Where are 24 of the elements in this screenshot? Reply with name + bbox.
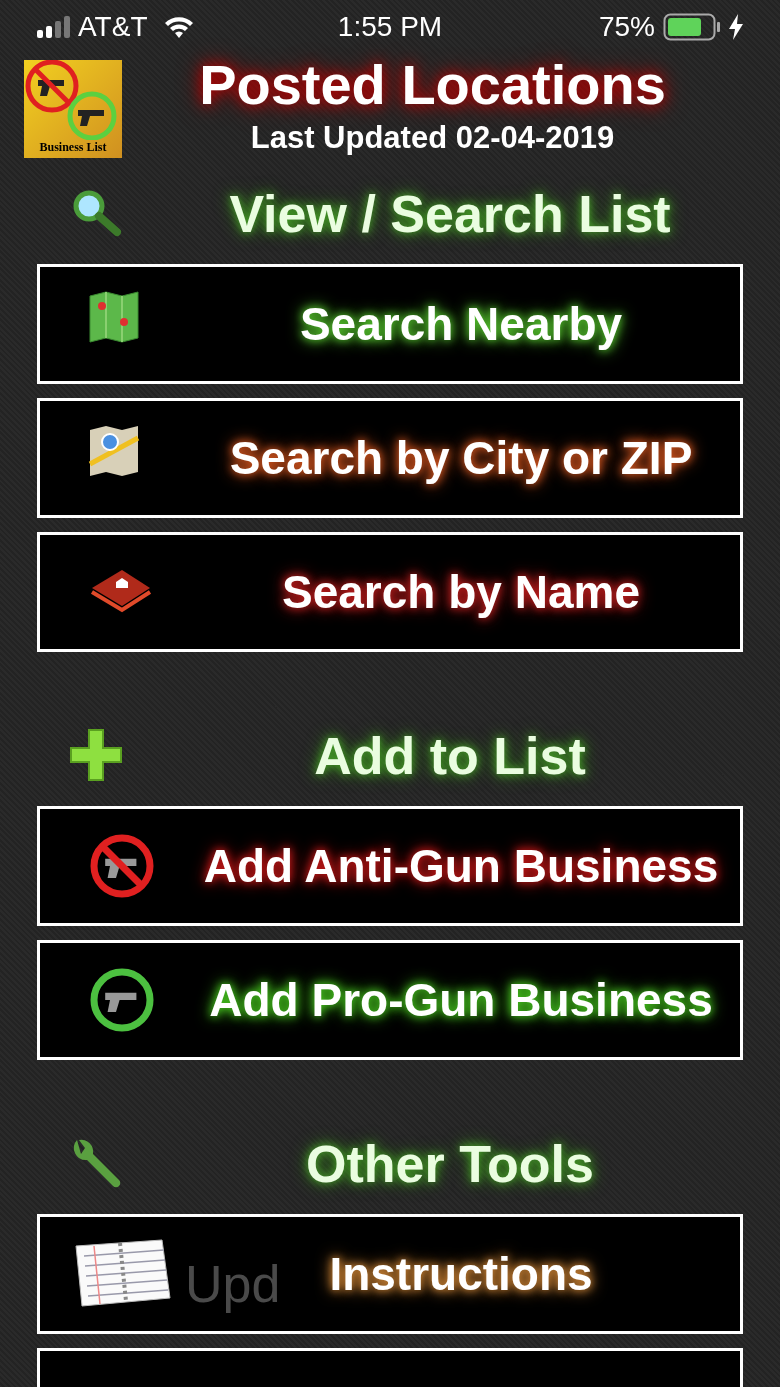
menu-button[interactable]: Search by City or ZIP: [37, 398, 743, 518]
faded-text: Upd: [185, 1254, 281, 1315]
plus-icon: [69, 728, 125, 784]
menu-button[interactable]: Search Nearby: [37, 264, 743, 384]
menu-button[interactable]: Search by Name: [37, 532, 743, 652]
logo-caption: Business List: [38, 139, 108, 156]
wifi-icon: [163, 15, 196, 39]
status-time: 1:55 PM: [337, 10, 443, 44]
battery-icon: [663, 13, 721, 41]
battery-percent: 75%: [598, 10, 655, 44]
gun-ring-icon: [88, 966, 156, 1034]
charging-icon: [729, 14, 743, 40]
section-heading: Add to List: [313, 726, 587, 787]
section-heading: View / Search List: [228, 184, 672, 245]
menu-button[interactable]: Add Anti-Gun Business: [37, 806, 743, 926]
carrier-name: AT&T: [78, 10, 148, 44]
menu-button[interactable]: Upd Instructions: [37, 1214, 743, 1334]
menu-button[interactable]: Add Pro-Gun Business: [37, 940, 743, 1060]
section-heading: Other Tools: [305, 1134, 595, 1195]
notebook-icon: [72, 1238, 172, 1310]
no-gun-icon: [88, 832, 156, 900]
page-title: Posted Locations: [198, 56, 667, 116]
signal-icon: [37, 16, 70, 38]
last-updated-text: Last Updated 02-04-2019: [249, 119, 616, 158]
